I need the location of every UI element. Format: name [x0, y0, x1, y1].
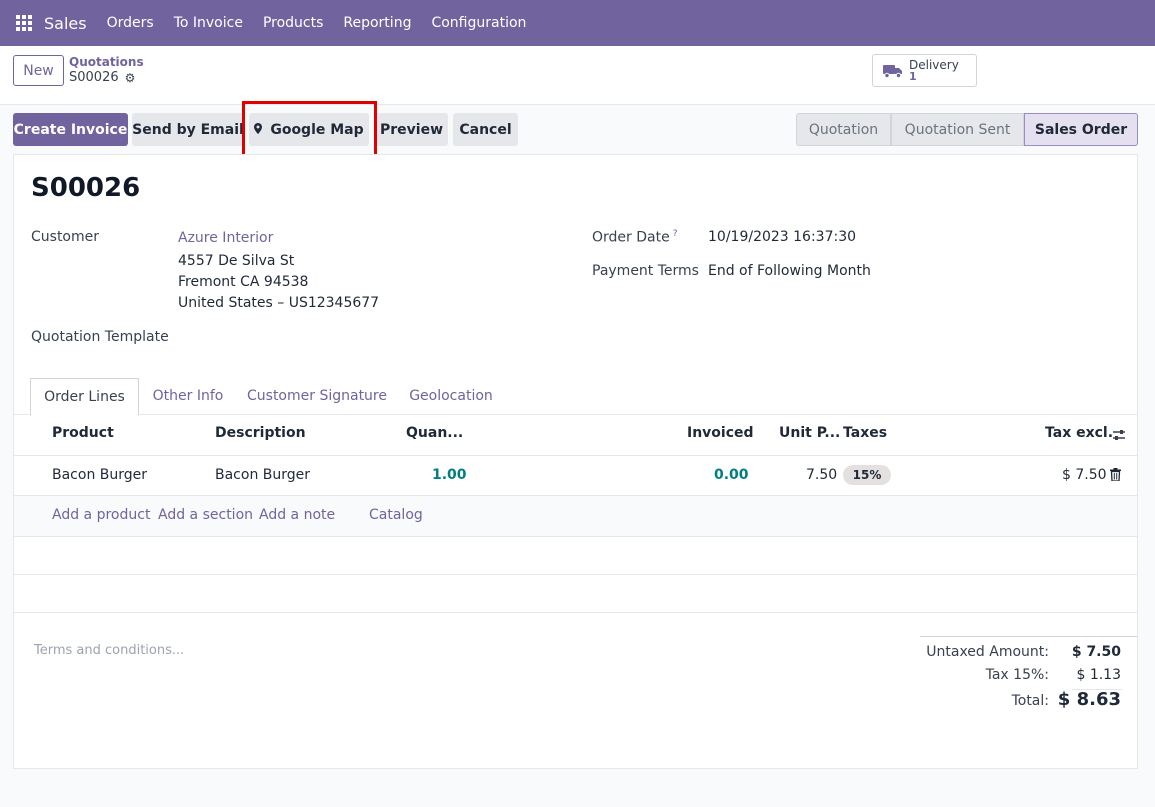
- status-bar: Quotation Quotation Sent Sales Order: [796, 113, 1138, 146]
- stage-sales-order[interactable]: Sales Order: [1024, 113, 1138, 146]
- row-subtotal: $ 7.50: [1062, 467, 1107, 483]
- add-product-link[interactable]: Add a product: [52, 507, 150, 523]
- tab-order-lines[interactable]: Order Lines: [30, 378, 139, 416]
- send-by-email-button[interactable]: Send by Email: [132, 113, 244, 146]
- header-quantity[interactable]: Quan...: [406, 425, 463, 441]
- add-section-link[interactable]: Add a section: [158, 507, 253, 523]
- catalog-link[interactable]: Catalog: [369, 507, 423, 523]
- row-invoiced: 0.00: [714, 467, 749, 483]
- new-button[interactable]: New: [13, 55, 64, 86]
- order-date-label: Order Date?: [592, 229, 677, 246]
- tax-label: Tax 15%:: [985, 667, 1049, 683]
- address-line-1: 4557 De Silva St: [178, 253, 295, 269]
- app-brand[interactable]: Sales: [44, 14, 87, 33]
- notebook-tabs: Order Lines Other Info Customer Signatur…: [14, 377, 1137, 416]
- delivery-smart-button[interactable]: Delivery 1: [872, 54, 977, 87]
- truck-icon: [883, 64, 902, 78]
- top-navbar: Sales Orders To Invoice Products Reporti…: [0, 0, 1155, 46]
- row-quantity[interactable]: 1.00: [432, 467, 467, 483]
- quotation-template-label: Quotation Template: [31, 329, 169, 345]
- order-date-label-text: Order Date: [592, 229, 670, 246]
- gear-icon[interactable]: ⚙: [125, 71, 136, 85]
- add-note-link[interactable]: Add a note: [259, 507, 335, 523]
- map-pin-icon: [254, 122, 263, 137]
- total-value: $ 8.63: [1057, 689, 1121, 710]
- customer-name-link[interactable]: Azure Interior: [178, 230, 273, 246]
- preview-button[interactable]: Preview: [375, 113, 448, 146]
- form-sheet: S00026 Customer Azure Interior 4557 De S…: [13, 154, 1138, 769]
- delivery-label: Delivery: [909, 57, 959, 72]
- menu-reporting[interactable]: Reporting: [343, 15, 411, 31]
- breadcrumb-current: S00026 ⚙: [69, 70, 135, 85]
- total-label: Total:: [1011, 693, 1049, 709]
- order-title: S00026: [31, 173, 141, 203]
- row-description[interactable]: Bacon Burger: [215, 467, 310, 483]
- menu-configuration[interactable]: Configuration: [431, 15, 526, 31]
- menu-to-invoice[interactable]: To Invoice: [174, 15, 243, 31]
- apps-grid-icon[interactable]: [16, 15, 32, 31]
- cancel-button[interactable]: Cancel: [453, 113, 518, 146]
- delivery-count: 1: [909, 69, 917, 83]
- divider: [14, 574, 1137, 575]
- untaxed-value: $ 7.50: [1071, 644, 1121, 660]
- google-map-label: Google Map: [270, 121, 364, 138]
- header-tax-excl[interactable]: Tax excl.: [1045, 425, 1113, 441]
- address-line-3: United States – US12345677: [178, 295, 380, 311]
- divider: [14, 536, 1137, 537]
- payment-terms-label: Payment Terms: [592, 263, 699, 279]
- divider: [14, 612, 1137, 613]
- header-product[interactable]: Product: [52, 425, 114, 441]
- tab-geolocation[interactable]: Geolocation: [400, 377, 502, 415]
- terms-input[interactable]: Terms and conditions...: [34, 643, 184, 658]
- address-line-2: Fremont CA 94538: [178, 274, 309, 290]
- stage-quotation[interactable]: Quotation: [796, 113, 891, 146]
- header-unit-price[interactable]: Unit P...: [779, 425, 840, 441]
- breadcrumb-quotations[interactable]: Quotations: [69, 55, 144, 69]
- menu-orders[interactable]: Orders: [107, 15, 154, 31]
- tab-other-info[interactable]: Other Info: [142, 377, 234, 415]
- row-unit-price[interactable]: 7.50: [806, 467, 837, 483]
- header-description[interactable]: Description: [215, 425, 306, 441]
- divider: [14, 455, 1137, 456]
- header-taxes[interactable]: Taxes: [843, 425, 887, 441]
- tax-badge[interactable]: 15%: [843, 465, 891, 485]
- stage-quotation-sent[interactable]: Quotation Sent: [891, 113, 1024, 146]
- help-icon[interactable]: ?: [673, 229, 678, 239]
- create-invoice-button[interactable]: Create Invoice: [13, 113, 128, 146]
- payment-terms-value[interactable]: End of Following Month: [708, 263, 871, 279]
- row-product[interactable]: Bacon Burger: [52, 467, 147, 483]
- tab-customer-signature[interactable]: Customer Signature: [242, 377, 392, 415]
- breadcrumb-current-label: S00026: [69, 70, 119, 85]
- tax-value: $ 1.13: [1076, 667, 1121, 683]
- totals-divider: [920, 636, 1137, 637]
- order-date-value[interactable]: 10/19/2023 16:37:30: [708, 229, 856, 245]
- column-settings-icon[interactable]: [1112, 428, 1126, 442]
- untaxed-label: Untaxed Amount:: [926, 644, 1049, 660]
- menu-products[interactable]: Products: [263, 15, 323, 31]
- header-invoiced[interactable]: Invoiced: [687, 425, 754, 441]
- trash-icon[interactable]: [1110, 468, 1121, 481]
- control-panel: New Quotations S00026 ⚙ Delivery 1: [0, 46, 1155, 105]
- google-map-button[interactable]: Google Map: [249, 113, 369, 146]
- customer-label: Customer: [31, 229, 100, 245]
